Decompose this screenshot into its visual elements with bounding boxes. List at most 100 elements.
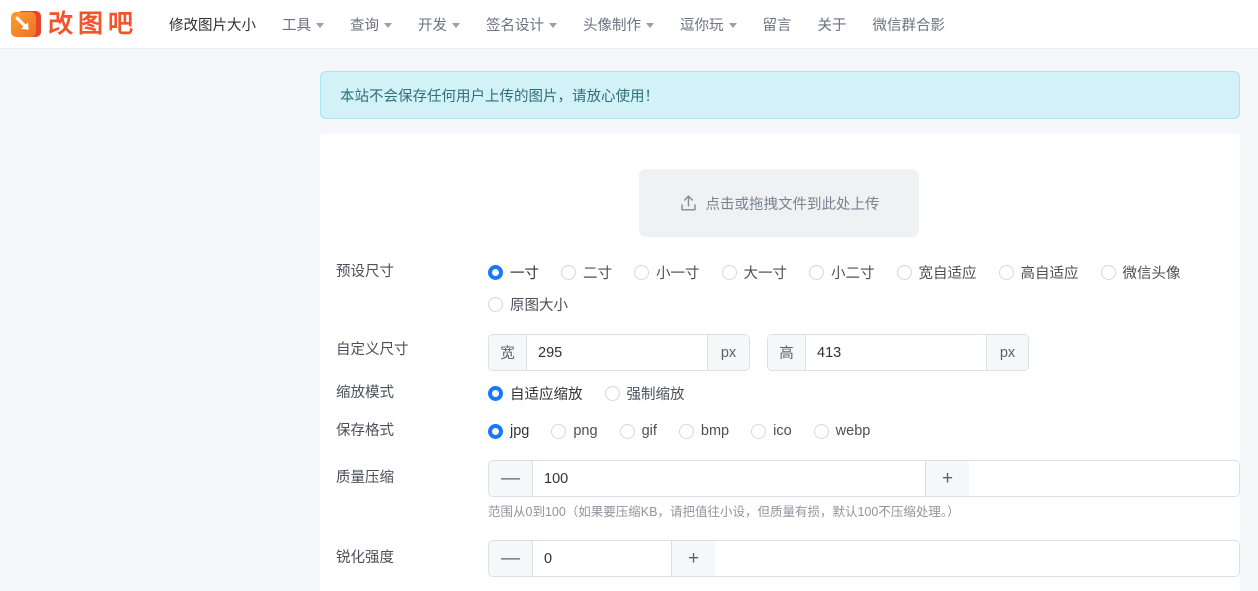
nav-item-fun[interactable]: 逗你玩 [667, 0, 750, 48]
scale-mode-option-forced[interactable]: 强制缩放 [604, 377, 685, 409]
radio-dot-icon [619, 423, 635, 439]
chevron-down-icon [384, 22, 393, 28]
nav-item-wechat-group-photo[interactable]: 微信群合影 [860, 0, 959, 48]
preset-option-wechat-avatar[interactable]: 微信头像 [1100, 256, 1181, 288]
save-format-option-webp[interactable]: webp [813, 415, 870, 447]
chevron-down-icon [316, 22, 325, 28]
content-column: 本站不会保存任何用户上传的图片，请放心使用！ 点击或拖拽文件到此处上传 预设尺寸 [320, 49, 1240, 591]
nav-item-label: 签名设计 [486, 17, 545, 34]
save-format-option-label: png [573, 423, 598, 439]
nav-item-develop[interactable]: 开发 [405, 0, 473, 48]
nav-item-signature-design[interactable]: 签名设计 [473, 0, 570, 48]
save-format-option-gif[interactable]: gif [619, 415, 657, 447]
nav-item-messages[interactable]: 留言 [750, 0, 805, 48]
scale-mode-row: 缩放模式 自适应缩放 强制缩放 [320, 377, 1240, 409]
height-input-group: 高 px [767, 334, 1029, 371]
radio-dot-icon [809, 264, 824, 280]
scale-mode-field: 自适应缩放 强制缩放 [488, 377, 1240, 409]
radio-dot-icon [1100, 264, 1116, 280]
preset-option-xiao-ercun[interactable]: 小二寸 [809, 256, 875, 288]
quality-field: — + 范围从0到100（如果要压缩KB，请把值往小设，但质量有损，默认100不… [488, 460, 1240, 521]
radio-dot-icon [896, 264, 912, 280]
site-header: 改 图 吧 修改图片大小 工具 查询 开发 签名设计 头像制作 逗你玩 留言 关… [0, 0, 1258, 49]
upload-row: 点击或拖拽文件到此处上传 [320, 169, 1240, 237]
nav-item-tools[interactable]: 工具 [269, 0, 337, 48]
radio-dot-icon [551, 423, 567, 439]
preset-option-xiao-yicun[interactable]: 小一寸 [634, 256, 700, 288]
width-addon-label: 宽 [489, 335, 527, 370]
scale-mode-radio-group: 自适应缩放 强制缩放 [488, 377, 1240, 409]
preset-option-height-adaptive[interactable]: 高自适应 [998, 256, 1079, 288]
nav-item-query[interactable]: 查询 [337, 0, 405, 48]
chevron-down-icon [646, 22, 655, 28]
chevron-down-icon [452, 22, 461, 28]
custom-size-field: 宽 px 高 px [488, 334, 1240, 371]
preset-option-da-yicun[interactable]: 大一寸 [721, 256, 787, 288]
preset-option-yicun[interactable]: 一寸 [488, 256, 539, 288]
scale-mode-option-label: 自适应缩放 [510, 386, 583, 403]
save-format-option-jpg[interactable]: jpg [488, 415, 529, 447]
chevron-down-icon [728, 22, 737, 28]
upload-label: 点击或拖拽文件到此处上传 [705, 196, 880, 213]
radio-dot-icon [678, 423, 694, 439]
radio-dot-icon [561, 264, 576, 280]
privacy-notice-banner: 本站不会保存任何用户上传的图片，请放心使用！ [320, 71, 1240, 119]
save-format-option-bmp[interactable]: bmp [678, 415, 730, 447]
nav-item-label: 开发 [418, 17, 448, 34]
width-input-group: 宽 px [488, 334, 750, 371]
nav-item-resize-image[interactable]: 修改图片大小 [156, 0, 269, 48]
save-format-row: 保存格式 jpg png gif bmp ico webp [320, 415, 1240, 447]
nav-item-label: 工具 [282, 17, 312, 34]
preset-size-radio-group: 一寸 二寸 小一寸 大一寸 小二寸 宽自适应 高自适应 微信头像 原图大小 [488, 256, 1240, 320]
nav-item-label: 逗你玩 [680, 17, 724, 34]
nav-item-label: 查询 [350, 17, 380, 34]
save-format-option-ico[interactable]: ico [751, 415, 792, 447]
width-input[interactable] [527, 335, 707, 370]
preset-option-label: 原图大小 [510, 297, 568, 314]
resize-form-card: 点击或拖拽文件到此处上传 预设尺寸 一寸 二寸 小一寸 大一寸 小二寸 宽自适应… [320, 134, 1240, 591]
preset-option-label: 高自适应 [1020, 265, 1079, 282]
sharpen-row: 锐化强度 — + [320, 540, 1240, 577]
save-format-option-label: gif [641, 423, 657, 439]
quality-increment-button[interactable]: + [925, 461, 969, 496]
scale-mode-label: 缩放模式 [336, 385, 394, 401]
file-upload-dropzone[interactable]: 点击或拖拽文件到此处上传 [639, 169, 919, 237]
nav-item-label: 微信群合影 [872, 17, 946, 34]
nav-item-label: 留言 [762, 17, 792, 34]
radio-dot-icon [488, 423, 503, 439]
preset-option-label: 宽自适应 [918, 265, 977, 282]
logo-front-layer [11, 12, 36, 37]
quality-decrement-button[interactable]: — [489, 461, 533, 496]
save-format-field: jpg png gif bmp ico webp [488, 415, 1240, 447]
logo-char-3: 吧 [108, 10, 135, 38]
chevron-down-icon [549, 22, 558, 28]
sharpen-increment-button[interactable]: + [671, 541, 715, 576]
sharpen-decrement-button[interactable]: — [489, 541, 533, 576]
download-arrow-icon [11, 9, 41, 39]
logo-char-1: 改 [48, 10, 75, 38]
page-body: 本站不会保存任何用户上传的图片，请放心使用！ 点击或拖拽文件到此处上传 预设尺寸 [0, 49, 1258, 591]
quality-input[interactable] [533, 461, 925, 496]
main-navigation: 修改图片大小 工具 查询 开发 签名设计 头像制作 逗你玩 留言 关于 微信群合… [156, 0, 958, 48]
resize-form: 预设尺寸 一寸 二寸 小一寸 大一寸 小二寸 宽自适应 高自适应 微信头像 原图… [320, 256, 1240, 591]
site-logo[interactable]: 改 图 吧 [11, 9, 134, 39]
scale-mode-option-adaptive[interactable]: 自适应缩放 [488, 377, 583, 409]
preset-option-original-size[interactable]: 原图大小 [488, 288, 568, 320]
preset-size-row: 预设尺寸 一寸 二寸 小一寸 大一寸 小二寸 宽自适应 高自适应 微信头像 原图… [320, 256, 1240, 320]
custom-size-inputs: 宽 px 高 px [488, 334, 1240, 371]
save-format-option-label: bmp [700, 423, 730, 439]
custom-size-label: 自定义尺寸 [336, 342, 409, 358]
height-input[interactable] [806, 335, 986, 370]
radio-dot-icon [721, 264, 737, 280]
sharpen-input[interactable] [533, 541, 671, 576]
preset-size-label: 预设尺寸 [336, 264, 394, 280]
logo-char-2: 图 [78, 10, 105, 38]
preset-option-label: 微信头像 [1122, 265, 1181, 282]
preset-option-width-adaptive[interactable]: 宽自适应 [896, 256, 977, 288]
nav-item-avatar-maker[interactable]: 头像制作 [570, 0, 667, 48]
nav-item-label: 修改图片大小 [169, 17, 257, 34]
save-format-option-png[interactable]: png [551, 415, 598, 447]
height-addon-label: 高 [768, 335, 806, 370]
nav-item-about[interactable]: 关于 [805, 0, 860, 48]
preset-option-ercun[interactable]: 二寸 [561, 256, 612, 288]
